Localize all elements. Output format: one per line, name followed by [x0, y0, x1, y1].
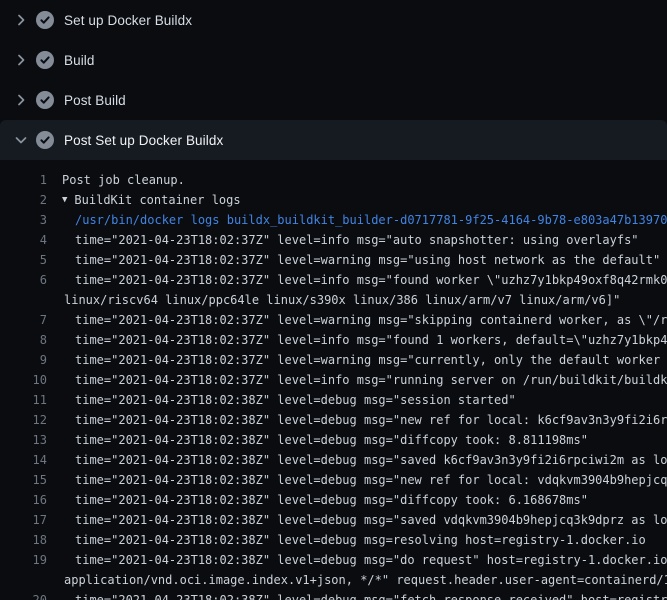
- log-line: 18time="2021-04-23T18:02:38Z" level=debu…: [0, 530, 667, 550]
- log-line-text: time="2021-04-23T18:02:38Z" level=debug …: [47, 490, 667, 510]
- check-circle-icon: [36, 131, 54, 149]
- log-line-text: time="2021-04-23T18:02:38Z" level=debug …: [47, 550, 667, 570]
- log-line-number[interactable]: 14: [0, 450, 47, 470]
- log-line: 6time="2021-04-23T18:02:37Z" level=info …: [0, 270, 667, 290]
- log-line: 2▼BuildKit container logs: [0, 190, 667, 210]
- step-label: Post Build: [64, 93, 126, 108]
- log-line: 1Post job cleanup.: [0, 170, 667, 190]
- log-line-text: application/vnd.oci.image.index.v1+json,…: [47, 570, 667, 590]
- log-line-number[interactable]: 10: [0, 370, 47, 390]
- log-line-text: time="2021-04-23T18:02:38Z" level=debug …: [47, 590, 667, 600]
- check-circle-icon: [36, 11, 54, 29]
- log-line-text: time="2021-04-23T18:02:37Z" level=info m…: [47, 270, 667, 290]
- log-line-number[interactable]: 5: [0, 250, 47, 270]
- steps-list: Set up Docker Buildx Build Post Build Post …: [0, 0, 667, 160]
- log-line-number: [0, 570, 47, 590]
- log-line: 20time="2021-04-23T18:02:38Z" level=debu…: [0, 590, 667, 600]
- log-line: 8time="2021-04-23T18:02:37Z" level=info …: [0, 330, 667, 350]
- log-line-number[interactable]: 20: [0, 590, 47, 600]
- log-line-continuation: linux/riscv64 linux/ppc64le linux/s390x …: [0, 290, 667, 310]
- log-group-toggle[interactable]: ▼BuildKit container logs: [47, 190, 667, 210]
- log-line-number[interactable]: 12: [0, 410, 47, 430]
- log-line: 15time="2021-04-23T18:02:38Z" level=debu…: [0, 470, 667, 490]
- log-line-number[interactable]: 2: [0, 190, 47, 210]
- log-line: 19time="2021-04-23T18:02:38Z" level=debu…: [0, 550, 667, 570]
- log-line-text: time="2021-04-23T18:02:38Z" level=debug …: [47, 410, 667, 430]
- log-view: 1Post job cleanup.2▼BuildKit container l…: [0, 160, 667, 600]
- log-line: 12time="2021-04-23T18:02:38Z" level=debu…: [0, 410, 667, 430]
- log-line-text: time="2021-04-23T18:02:38Z" level=debug …: [47, 510, 667, 530]
- log-line: 10time="2021-04-23T18:02:37Z" level=info…: [0, 370, 667, 390]
- log-line-number[interactable]: 19: [0, 550, 47, 570]
- log-line-text: time="2021-04-23T18:02:37Z" level=warnin…: [47, 250, 667, 270]
- log-line-number[interactable]: 17: [0, 510, 47, 530]
- log-line: 13time="2021-04-23T18:02:38Z" level=debu…: [0, 430, 667, 450]
- log-line-continuation: application/vnd.oci.image.index.v1+json,…: [0, 570, 667, 590]
- log-group-label: BuildKit container logs: [74, 190, 240, 210]
- log-line-number: [0, 290, 47, 310]
- log-line: 5time="2021-04-23T18:02:37Z" level=warni…: [0, 250, 667, 270]
- chevron-right-icon[interactable]: [13, 12, 29, 28]
- step-header-1[interactable]: Build: [0, 40, 667, 80]
- log-line-text: time="2021-04-23T18:02:37Z" level=info m…: [47, 370, 667, 390]
- check-circle-icon: [36, 91, 54, 109]
- step-header-3[interactable]: Post Set up Docker Buildx: [0, 120, 667, 160]
- chevron-right-icon[interactable]: [13, 52, 29, 68]
- log-line-number[interactable]: 4: [0, 230, 47, 250]
- step-header-2[interactable]: Post Build: [0, 80, 667, 120]
- log-line-text: time="2021-04-23T18:02:37Z" level=warnin…: [47, 310, 667, 330]
- log-line-number[interactable]: 16: [0, 490, 47, 510]
- log-line-number[interactable]: 1: [0, 170, 47, 190]
- log-line-number[interactable]: 18: [0, 530, 47, 550]
- log-line: 14time="2021-04-23T18:02:38Z" level=debu…: [0, 450, 667, 470]
- step-header-0[interactable]: Set up Docker Buildx: [0, 0, 667, 40]
- log-line-number[interactable]: 13: [0, 430, 47, 450]
- log-line-text: time="2021-04-23T18:02:38Z" level=debug …: [47, 470, 667, 490]
- chevron-right-icon[interactable]: [13, 92, 29, 108]
- check-circle-icon: [36, 51, 54, 69]
- log-line: 9time="2021-04-23T18:02:37Z" level=warni…: [0, 350, 667, 370]
- log-line-text: Post job cleanup.: [47, 170, 667, 190]
- log-line: 16time="2021-04-23T18:02:38Z" level=debu…: [0, 490, 667, 510]
- log-line-number[interactable]: 3: [0, 210, 47, 230]
- step-label: Post Set up Docker Buildx: [64, 133, 223, 148]
- log-line-number[interactable]: 9: [0, 350, 47, 370]
- log-line: 3/usr/bin/docker logs buildx_buildkit_bu…: [0, 210, 667, 230]
- log-line-text: time="2021-04-23T18:02:38Z" level=debug …: [47, 450, 667, 470]
- log-line-text: time="2021-04-23T18:02:38Z" level=debug …: [47, 390, 667, 410]
- triangle-down-icon: ▼: [62, 190, 74, 210]
- log-line: 17time="2021-04-23T18:02:38Z" level=debu…: [0, 510, 667, 530]
- log-line-number[interactable]: 8: [0, 330, 47, 350]
- log-line-number[interactable]: 11: [0, 390, 47, 410]
- step-label: Set up Docker Buildx: [64, 13, 192, 28]
- log-line-text: time="2021-04-23T18:02:38Z" level=debug …: [47, 430, 667, 450]
- log-line-number[interactable]: 7: [0, 310, 47, 330]
- log-line-text: linux/riscv64 linux/ppc64le linux/s390x …: [47, 290, 667, 310]
- log-line: 7time="2021-04-23T18:02:37Z" level=warni…: [0, 310, 667, 330]
- log-line-text: time="2021-04-23T18:02:38Z" level=debug …: [47, 530, 667, 550]
- step-label: Build: [64, 53, 95, 68]
- log-line: 4time="2021-04-23T18:02:37Z" level=info …: [0, 230, 667, 250]
- log-line-text: time="2021-04-23T18:02:37Z" level=info m…: [47, 330, 667, 350]
- log-line-text: time="2021-04-23T18:02:37Z" level=warnin…: [47, 350, 667, 370]
- log-line-number[interactable]: 15: [0, 470, 47, 490]
- chevron-down-icon[interactable]: [13, 132, 29, 148]
- log-line-text: time="2021-04-23T18:02:37Z" level=info m…: [47, 230, 667, 250]
- log-line-number[interactable]: 6: [0, 270, 47, 290]
- log-command-text: /usr/bin/docker logs buildx_buildkit_bui…: [47, 210, 667, 230]
- log-line: 11time="2021-04-23T18:02:38Z" level=debu…: [0, 390, 667, 410]
